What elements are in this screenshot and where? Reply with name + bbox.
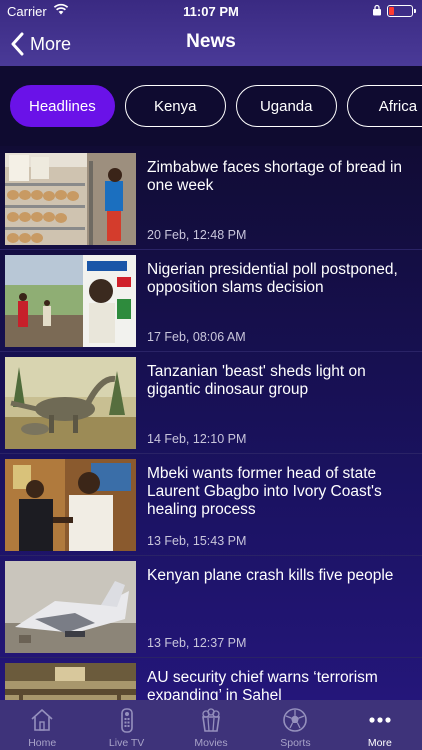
more-dots-icon	[369, 717, 391, 723]
news-item[interactable]: Tanzanian 'beast' sheds light on giganti…	[0, 352, 422, 454]
tab-home[interactable]: Home	[0, 700, 84, 750]
news-thumbnail	[5, 663, 136, 700]
news-thumbnail	[5, 459, 136, 551]
chip-africa[interactable]: Africa	[346, 85, 422, 127]
chip-headlines[interactable]: Headlines	[10, 85, 115, 127]
news-item[interactable]: Kenyan plane crash kills five people 13 …	[0, 556, 422, 658]
tab-label: Home	[28, 737, 57, 749]
tab-more[interactable]: More	[338, 700, 422, 750]
news-date: 13 Feb, 12:37 PM	[147, 636, 247, 650]
page-title: News	[186, 31, 236, 52]
news-headline: Mbeki wants former head of state Laurent…	[147, 465, 382, 518]
news-date: 14 Feb, 12:10 PM	[147, 432, 247, 446]
news-headline: Nigerian presidential poll postponed, op…	[147, 261, 398, 296]
remote-control-icon	[120, 708, 133, 733]
tab-movies[interactable]: Movies	[169, 700, 253, 750]
news-headline: AU security chief warns ‘terrorism expan…	[147, 669, 378, 700]
news-headline: Kenyan plane crash kills five people	[147, 567, 394, 584]
news-item[interactable]: Nigerian presidential poll postponed, op…	[0, 250, 422, 352]
news-date: 20 Feb, 12:48 PM	[147, 228, 247, 242]
category-chips: Headlines Kenya Uganda Africa	[10, 85, 422, 127]
news-item[interactable]: Zimbabwe faces shortage of bread in one …	[0, 148, 422, 250]
nav-bar: More News	[0, 22, 422, 66]
chip-kenya[interactable]: Kenya	[124, 85, 226, 127]
soccer-ball-icon	[283, 708, 308, 732]
tab-label: More	[367, 737, 392, 749]
category-chips-bar: Headlines Kenya Uganda Africa	[0, 66, 422, 146]
popcorn-icon	[202, 708, 220, 732]
house-icon	[31, 709, 53, 731]
header: Carrier 11:07 PM More News	[0, 0, 422, 66]
tab-live-tv[interactable]: Live TV	[84, 700, 168, 750]
news-thumbnail	[5, 255, 136, 347]
battery-icon	[387, 5, 416, 17]
tab-label: Live TV	[108, 737, 145, 749]
orientation-lock-icon	[373, 4, 381, 16]
news-list[interactable]: Zimbabwe faces shortage of bread in one …	[0, 146, 422, 700]
news-headline: Zimbabwe faces shortage of bread in one …	[147, 159, 403, 194]
tab-bar: Home Live TV Movies Sports More	[0, 700, 422, 750]
news-thumbnail	[5, 153, 136, 245]
status-bar: Carrier 11:07 PM	[0, 0, 422, 22]
news-thumbnail	[5, 561, 136, 653]
tab-label: Sports	[280, 737, 311, 749]
tab-label: Movies	[194, 737, 228, 749]
news-item[interactable]: Mbeki wants former head of state Laurent…	[0, 454, 422, 556]
news-date: 13 Feb, 15:43 PM	[147, 534, 247, 548]
status-time: 11:07 PM	[183, 4, 239, 19]
news-thumbnail	[5, 357, 136, 449]
news-date: 17 Feb, 08:06 AM	[147, 330, 246, 344]
chip-uganda[interactable]: Uganda	[235, 85, 337, 127]
tab-sports[interactable]: Sports	[253, 700, 337, 750]
news-headline: Tanzanian 'beast' sheds light on giganti…	[147, 363, 366, 398]
news-item[interactable]: AU security chief warns ‘terrorism expan…	[0, 658, 422, 700]
